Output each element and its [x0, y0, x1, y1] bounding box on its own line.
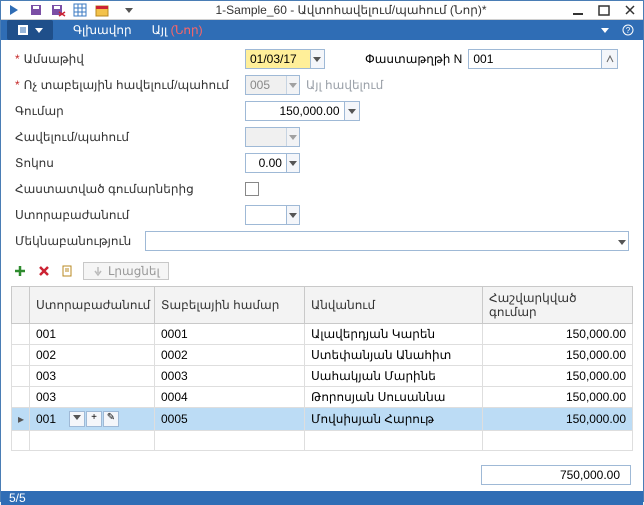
- grid-action-bar: Լրացնել: [1, 260, 643, 286]
- help-icon[interactable]: ?: [619, 21, 637, 39]
- col-name[interactable]: Անվանում: [305, 287, 483, 324]
- dept-field[interactable]: [245, 205, 300, 225]
- grid-tool-icon[interactable]: [71, 1, 89, 19]
- percent-label: Տոկոս: [15, 156, 245, 170]
- status-bar: 5/5: [1, 491, 643, 505]
- date-field[interactable]: [245, 49, 325, 69]
- comment-label: Մեկնաբանություն: [15, 234, 145, 248]
- docnum-input[interactable]: [469, 52, 601, 66]
- addhold-label: Հավելում/պահում: [15, 130, 245, 144]
- addhold-input: [246, 130, 286, 144]
- date-label: *Ամսաթիվ: [15, 52, 245, 66]
- nontab-field: [245, 75, 300, 95]
- chevron-down-icon: [35, 28, 43, 33]
- docnum-field[interactable]: [468, 49, 618, 69]
- approved-label: Հաստատված գումարներից: [15, 182, 245, 196]
- app-icon: [5, 1, 23, 19]
- close-button[interactable]: [621, 1, 639, 19]
- copy-row-button[interactable]: [59, 262, 77, 280]
- grid-header-row: Ստորաբաժանում Տաբելային համար Անվանում Հ…: [12, 287, 633, 324]
- nontab-dd-icon: [286, 76, 299, 94]
- date-input[interactable]: [246, 52, 310, 66]
- col-tabnum[interactable]: Տաբելային համար: [155, 287, 305, 324]
- table-row[interactable]: 0030003Սահակյան Մարինե150,000.00: [12, 366, 633, 387]
- svg-text:?: ?: [626, 26, 631, 35]
- cell-dd-icon[interactable]: [69, 411, 85, 427]
- qat-more-icon[interactable]: [125, 8, 133, 13]
- nontab-hint: Այլ հավելում: [306, 78, 383, 92]
- tab-other[interactable]: Այլ (Նոր): [152, 23, 203, 37]
- add-row-button[interactable]: [11, 262, 29, 280]
- minimize-button[interactable]: [569, 1, 587, 19]
- dept-dd-icon[interactable]: [286, 206, 299, 224]
- nontab-label: *Ոչ տաբելային հավելում/պահում: [15, 78, 245, 92]
- amount-dd-icon[interactable]: [344, 102, 359, 120]
- nontab-input: [246, 78, 286, 92]
- form-area: *Ամսաթիվ Փաստաթղթի N *Ոչ տաբելային հավել…: [1, 40, 643, 260]
- total-value: 750,000.00: [481, 465, 631, 485]
- calendar-tool-icon[interactable]: [93, 1, 111, 19]
- save-close-icon[interactable]: [49, 1, 67, 19]
- app-window: 1-Sample_60 - Ավտոհավելում/պահում (Նոր)*…: [0, 0, 644, 502]
- addhold-dd-icon: [286, 128, 299, 146]
- comment-field[interactable]: [145, 231, 629, 251]
- amount-label: Գումար: [15, 104, 245, 118]
- percent-dd-icon[interactable]: [286, 154, 299, 172]
- fill-down-icon: [92, 265, 104, 277]
- cell-add-icon[interactable]: +: [86, 411, 102, 427]
- dept-label: Ստորաբաժանում: [15, 208, 245, 222]
- tab-main[interactable]: Գլխավոր: [73, 23, 132, 37]
- approved-checkbox[interactable]: [245, 182, 259, 196]
- cell-edit-icon[interactable]: ✎: [103, 411, 119, 427]
- table-row[interactable]: 0020002Ստեփանյան Անահիտ150,000.00: [12, 345, 633, 366]
- ribbon-bar: Գլխավոր Այլ (Նոր) ?: [1, 20, 643, 40]
- delete-row-button[interactable]: [35, 262, 53, 280]
- table-row-selected[interactable]: ▸ + ✎ 0005 Մովսիսյան Հարութ 150,000.00: [12, 408, 633, 431]
- docnum-label: Փաստաթղթի N: [365, 52, 462, 66]
- amount-input[interactable]: [246, 104, 344, 118]
- percent-input[interactable]: [246, 156, 286, 170]
- percent-field[interactable]: [245, 153, 300, 173]
- amount-field[interactable]: [245, 101, 360, 121]
- ribbon-collapse-icon[interactable]: [601, 28, 609, 33]
- comment-dd-icon[interactable]: [618, 234, 626, 248]
- docnum-lookup-icon[interactable]: [601, 50, 617, 68]
- total-bar: 750,000.00: [1, 459, 643, 491]
- dept-cell-input[interactable]: [36, 412, 68, 426]
- date-picker-icon[interactable]: [310, 50, 324, 68]
- col-calc[interactable]: Հաշվարկված գումար: [483, 287, 633, 324]
- maximize-button[interactable]: [595, 1, 613, 19]
- addhold-field: [245, 127, 300, 147]
- data-grid[interactable]: Ստորաբաժանում Տաբելային համար Անվանում Հ…: [1, 286, 643, 451]
- col-dept[interactable]: Ստորաբաժանում: [30, 287, 155, 324]
- window-title: 1-Sample_60 - Ավտոհավելում/պահում (Նոր)*: [133, 3, 569, 17]
- title-bar: 1-Sample_60 - Ավտոհավելում/պահում (Նոր)*: [1, 1, 643, 20]
- dept-input[interactable]: [246, 208, 286, 222]
- table-row[interactable]: 0030004Թորոսյան Սուսաննա150,000.00: [12, 387, 633, 408]
- menu-page-icon: [17, 24, 31, 36]
- fill-button: Լրացնել: [83, 262, 169, 280]
- row-indicator-icon: ▸: [12, 408, 30, 431]
- dept-cell-editor[interactable]: + ✎: [36, 411, 148, 427]
- row-counter: 5/5: [9, 491, 26, 505]
- table-row[interactable]: 0010001Ալավերդյան Կարեն150,000.00: [12, 324, 633, 345]
- table-empty-row: [12, 431, 633, 451]
- save-icon[interactable]: [27, 1, 45, 19]
- file-menu-button[interactable]: [7, 20, 53, 40]
